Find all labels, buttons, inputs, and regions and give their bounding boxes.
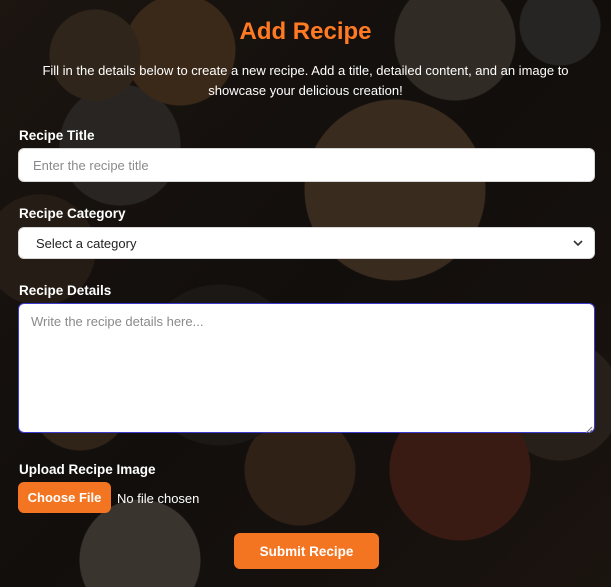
choose-file-button[interactable]: Choose File [18, 482, 111, 513]
chevron-down-icon [572, 237, 584, 249]
page-title: Add Recipe [239, 18, 372, 45]
recipe-title-label: Recipe Title [19, 128, 95, 143]
page-description: Fill in the details below to create a ne… [42, 63, 569, 98]
recipe-title-input[interactable] [18, 148, 595, 182]
file-status-text: No file chosen [117, 491, 200, 506]
resize-grip-icon[interactable] [583, 421, 593, 434]
category-selected-value: Select a category [36, 235, 137, 251]
recipe-details-textarea[interactable] [18, 303, 595, 433]
recipe-details-label: Recipe Details [19, 283, 112, 298]
add-recipe-form: Add Recipe Fill in the details below to … [0, 0, 611, 587]
recipe-category-label: Recipe Category [19, 206, 126, 221]
submit-recipe-button[interactable]: Submit Recipe [234, 533, 379, 569]
upload-image-label: Upload Recipe Image [19, 462, 156, 477]
recipe-category-select[interactable]: Select a category [18, 227, 595, 259]
